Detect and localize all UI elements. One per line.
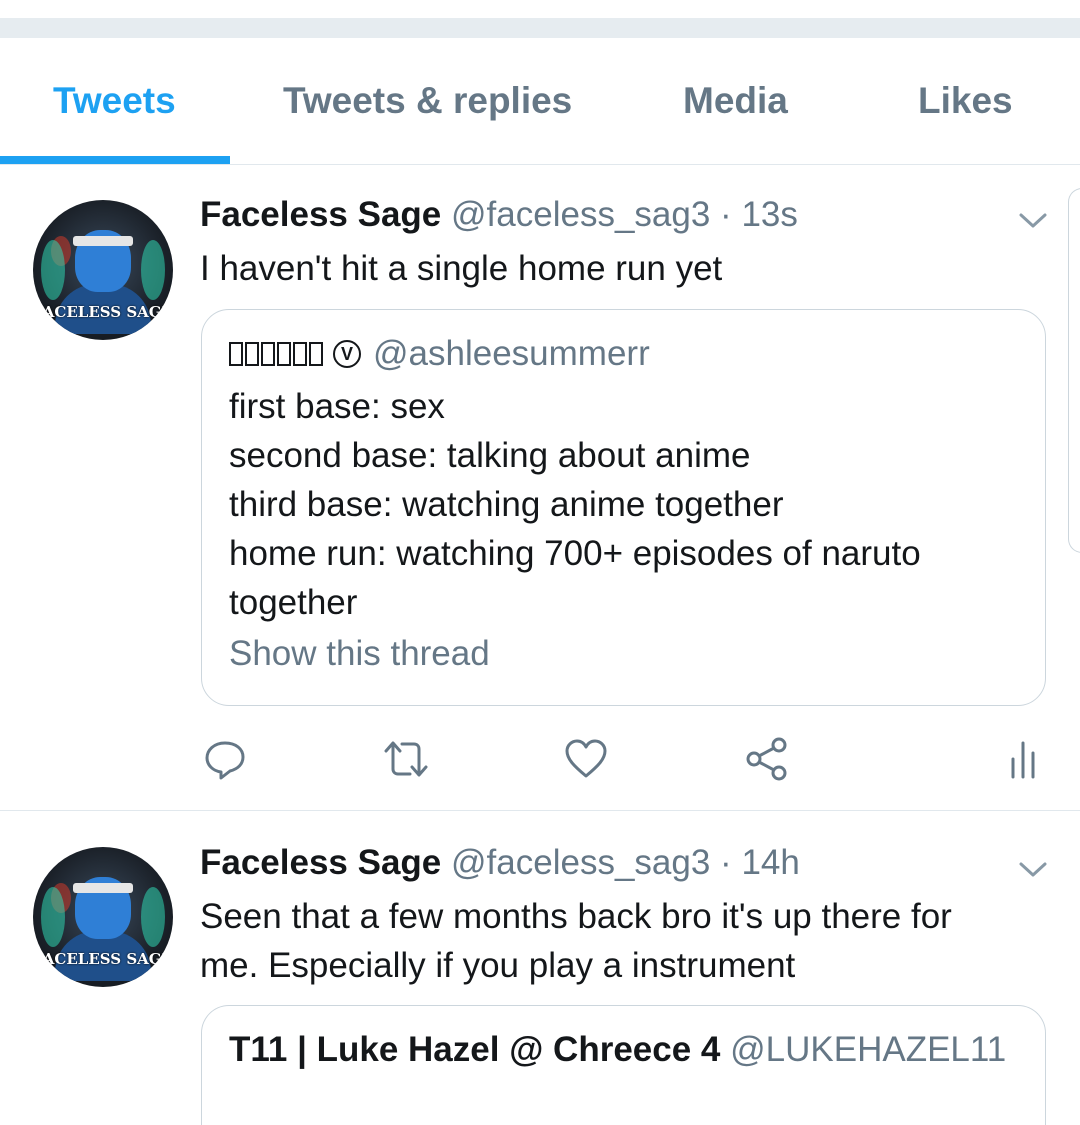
tab-tweets-and-replies[interactable]: Tweets & replies xyxy=(283,80,572,122)
separator-dot: · xyxy=(720,843,732,882)
avatar-art xyxy=(73,236,133,246)
tab-media[interactable]: Media xyxy=(683,80,788,122)
tab-likes[interactable]: Likes xyxy=(918,80,1013,122)
user-handle[interactable]: @faceless_sag3 xyxy=(451,195,710,234)
avatar-art xyxy=(73,883,133,893)
tweet-header: Faceless Sage @faceless_sag3 · 13s xyxy=(200,195,798,235)
tweet-header: Faceless Sage @faceless_sag3 · 14h xyxy=(200,843,800,883)
avatar-art xyxy=(41,887,65,947)
missing-glyph-box xyxy=(293,342,307,366)
verified-v-badge-icon: V xyxy=(333,340,361,368)
quoted-user-handle: @ashleesummerr xyxy=(373,334,650,373)
missing-glyph-box xyxy=(229,342,243,366)
tweet-text-line: Seen that a few months back bro it's up … xyxy=(200,897,952,936)
show-thread-link[interactable]: Show this thread xyxy=(229,634,490,674)
quoted-user-handle: @LUKEHAZEL11 xyxy=(730,1030,1007,1069)
active-tab-indicator xyxy=(0,156,230,164)
quoted-tweet-text: first base: sex second base: talking abo… xyxy=(229,382,921,627)
tweet-text: Seen that a few months back bro it's up … xyxy=(200,892,1030,990)
display-name[interactable]: Faceless Sage xyxy=(200,843,441,882)
quoted-text-line: home run: watching 700+ episodes of naru… xyxy=(229,534,921,573)
chevron-down-icon[interactable] xyxy=(1018,861,1048,879)
quoted-text-line: third base: watching anime together xyxy=(229,485,784,524)
like-icon[interactable] xyxy=(564,737,608,781)
timestamp[interactable]: 13s xyxy=(741,195,797,234)
avatar-art xyxy=(41,240,65,300)
quoted-tweet-header: V @ashleesummerr xyxy=(229,334,650,374)
share-icon[interactable] xyxy=(745,737,789,781)
quoted-tweet[interactable]: T11 | Luke Hazel @ Chreece 4 @LUKEHAZEL1… xyxy=(201,1005,1046,1125)
avatar-art xyxy=(141,240,165,300)
chevron-down-icon[interactable] xyxy=(1018,212,1048,230)
retweet-icon[interactable] xyxy=(382,737,430,781)
unrenderable-name-glyphs xyxy=(229,342,323,366)
user-handle[interactable]: @faceless_sag3 xyxy=(451,843,710,882)
quoted-text-line: together xyxy=(229,583,358,622)
tweet-text-line: me. Especially if you play a instrument xyxy=(200,946,796,985)
tweet-item[interactable]: FACELESS SAGE Faceless Sage @faceless_sa… xyxy=(0,164,1080,810)
avatar-art xyxy=(141,887,165,947)
avatar-logo-text: FACELESS SAGE xyxy=(33,950,173,968)
timestamp[interactable]: 14h xyxy=(741,843,799,882)
missing-glyph-box xyxy=(261,342,275,366)
header-band xyxy=(0,18,1080,38)
tweet-text: I haven't hit a single home run yet xyxy=(200,249,723,288)
missing-glyph-box xyxy=(277,342,291,366)
quoted-text-line: second base: talking about anime xyxy=(229,436,751,475)
tweet-actions xyxy=(0,737,1080,787)
tab-tweets[interactable]: Tweets xyxy=(53,80,176,122)
missing-glyph-box xyxy=(309,342,323,366)
reply-icon[interactable] xyxy=(203,737,247,781)
display-name[interactable]: Faceless Sage xyxy=(200,195,441,234)
missing-glyph-box xyxy=(245,342,259,366)
separator-dot: · xyxy=(720,195,732,234)
quoted-tweet-header: T11 | Luke Hazel @ Chreece 4 @LUKEHAZEL1… xyxy=(229,1030,1006,1070)
analytics-icon[interactable] xyxy=(1008,737,1038,781)
tweet-item[interactable]: FACELESS SAGE Faceless Sage @faceless_sa… xyxy=(0,811,1080,1125)
quoted-user-name: T11 | Luke Hazel @ Chreece 4 xyxy=(229,1030,721,1069)
avatar-logo-text: FACELESS SAGE xyxy=(33,303,173,321)
quoted-tweet[interactable]: V @ashleesummerr first base: sex second … xyxy=(201,309,1046,706)
status-strip xyxy=(0,0,1080,18)
avatar[interactable]: FACELESS SAGE xyxy=(33,847,173,987)
quoted-text-line: first base: sex xyxy=(229,387,445,426)
avatar[interactable]: FACELESS SAGE xyxy=(33,200,173,340)
profile-tabs: Tweets Tweets & replies Media Likes xyxy=(0,38,1080,165)
